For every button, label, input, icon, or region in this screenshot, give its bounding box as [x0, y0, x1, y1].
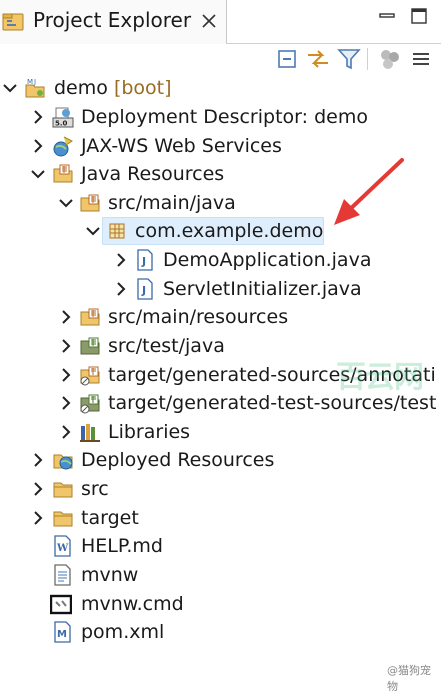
view-title: Project Explorer: [33, 8, 192, 32]
chevron-right-icon[interactable]: [30, 481, 46, 497]
maven-pom-icon: M: [54, 621, 71, 643]
web-services-icon: [53, 136, 73, 157]
tree-item-label: ServletInitializer.java: [163, 278, 362, 300]
chevron-right-icon[interactable]: [30, 109, 46, 125]
tree-item-label: src: [81, 478, 109, 500]
test-source-folder-icon: [80, 337, 100, 355]
tree-item-target[interactable]: target: [0, 504, 441, 532]
spring-boot-project-icon: M J: [25, 78, 45, 98]
svg-text:5.0: 5.0: [55, 120, 68, 128]
chevron-right-icon[interactable]: [30, 138, 46, 154]
minimize-icon[interactable]: [377, 6, 397, 26]
generated-source-folder-icon: [80, 366, 100, 386]
tree-item-deployment-descriptor[interactable]: 5.0 Deployment Descriptor: demo: [0, 103, 441, 131]
tree-item-label: pom.xml: [81, 621, 165, 643]
tree-item-label: src/main/java: [108, 192, 236, 214]
tree-item-mvnw[interactable]: mvnw: [0, 561, 441, 589]
tree-item-label: JAX-WS Web Services: [81, 135, 282, 157]
tree-item-label: com.example.demo: [135, 220, 324, 242]
tree-item-label: Java Resources: [81, 163, 225, 185]
svg-text:J: J: [141, 255, 146, 268]
view-menu-icon[interactable]: [377, 46, 403, 72]
deployed-resources-icon: [53, 454, 73, 470]
tree-item-label: src/main/resources: [108, 306, 289, 328]
java-resources-icon: [53, 164, 73, 183]
java-file-icon: J: [137, 278, 153, 300]
chevron-down-icon[interactable]: [30, 166, 46, 182]
svg-text:J: J: [33, 78, 36, 86]
chevron-right-icon[interactable]: [58, 424, 74, 440]
libraries-icon: [80, 424, 100, 442]
source-folder-icon: [80, 194, 100, 212]
chevron-right-icon[interactable]: [113, 281, 129, 297]
filter-icon[interactable]: [336, 46, 362, 72]
svg-text:W: W: [56, 543, 69, 554]
watermark: 百云网: [336, 360, 424, 395]
source-folder-icon: [80, 308, 100, 326]
folder-icon: [53, 482, 73, 498]
more-options-icon[interactable]: [409, 46, 435, 72]
image-credit: @猫狗宠物: [387, 664, 431, 693]
tree-item-src-main-resources[interactable]: src/main/resources: [0, 303, 441, 331]
svg-text:J: J: [141, 284, 146, 297]
chevron-right-icon[interactable]: [30, 452, 46, 468]
link-with-editor-icon[interactable]: [305, 46, 331, 72]
cmd-file-icon: [50, 594, 72, 615]
tree-item-label: src/test/java: [108, 335, 225, 357]
chevron-right-icon[interactable]: [30, 510, 46, 526]
tree-item-label: mvnw.cmd: [81, 593, 184, 615]
tree-item-mvnw-cmd[interactable]: mvnw.cmd: [0, 590, 441, 618]
tree-item-servlet-initializer[interactable]: J ServletInitializer.java: [0, 275, 441, 303]
project-explorer-tab[interactable]: Project Explorer: [0, 0, 227, 44]
project-explorer-icon: [2, 13, 24, 31]
tree-item-label: DemoApplication.java: [163, 249, 372, 271]
text-file-icon: [54, 564, 71, 586]
tree-item-decoration: [boot]: [113, 77, 172, 99]
tree-item-label: HELP.md: [81, 535, 163, 557]
tree-item-demo[interactable]: M J demo [boot]: [0, 74, 441, 102]
package-icon: [109, 223, 125, 239]
chevron-right-icon[interactable]: [58, 338, 74, 354]
chevron-right-icon[interactable]: [58, 367, 74, 383]
tree-item-label: Libraries: [108, 421, 191, 443]
tree-item-help-md[interactable]: W HELP.md: [0, 532, 441, 560]
tree-item-libraries[interactable]: Libraries: [0, 418, 441, 446]
tree-item-demo-application[interactable]: J DemoApplication.java: [0, 246, 441, 274]
tree-item-label: demo [boot]: [54, 77, 172, 99]
annotation-arrow-icon: [334, 158, 404, 225]
deployment-descriptor-icon: 5.0: [52, 107, 74, 128]
svg-text:M: M: [57, 629, 67, 640]
chevron-down-icon[interactable]: [85, 223, 101, 239]
chevron-down-icon[interactable]: [58, 195, 74, 211]
java-file-icon: J: [137, 249, 153, 271]
collapse-all-icon[interactable]: [274, 46, 300, 72]
tree-item-label: target: [81, 507, 139, 529]
generated-test-source-folder-icon: [80, 394, 100, 414]
chevron-right-icon[interactable]: [58, 309, 74, 325]
tree-item-src[interactable]: src: [0, 475, 441, 503]
view-title-bar: Project Explorer: [0, 0, 441, 44]
toolbar-separator: [367, 48, 368, 70]
tree-item-label: Deployed Resources: [81, 449, 275, 471]
maximize-icon[interactable]: [409, 6, 429, 26]
tree-item-pom-xml[interactable]: M pom.xml: [0, 618, 441, 646]
tree-item-label: Deployment Descriptor: demo: [81, 106, 368, 128]
tree-item-label: mvnw: [81, 564, 139, 586]
chevron-right-icon[interactable]: [58, 395, 74, 411]
tree-item-deployed-resources[interactable]: Deployed Resources: [0, 446, 441, 474]
folder-icon: [53, 511, 73, 527]
chevron-down-icon[interactable]: [2, 80, 18, 96]
close-icon[interactable]: [199, 11, 219, 31]
markdown-file-icon: W: [54, 535, 71, 557]
svg-text:M: M: [27, 78, 33, 86]
tab-strip-divider: [226, 43, 441, 44]
chevron-right-icon[interactable]: [113, 252, 129, 268]
